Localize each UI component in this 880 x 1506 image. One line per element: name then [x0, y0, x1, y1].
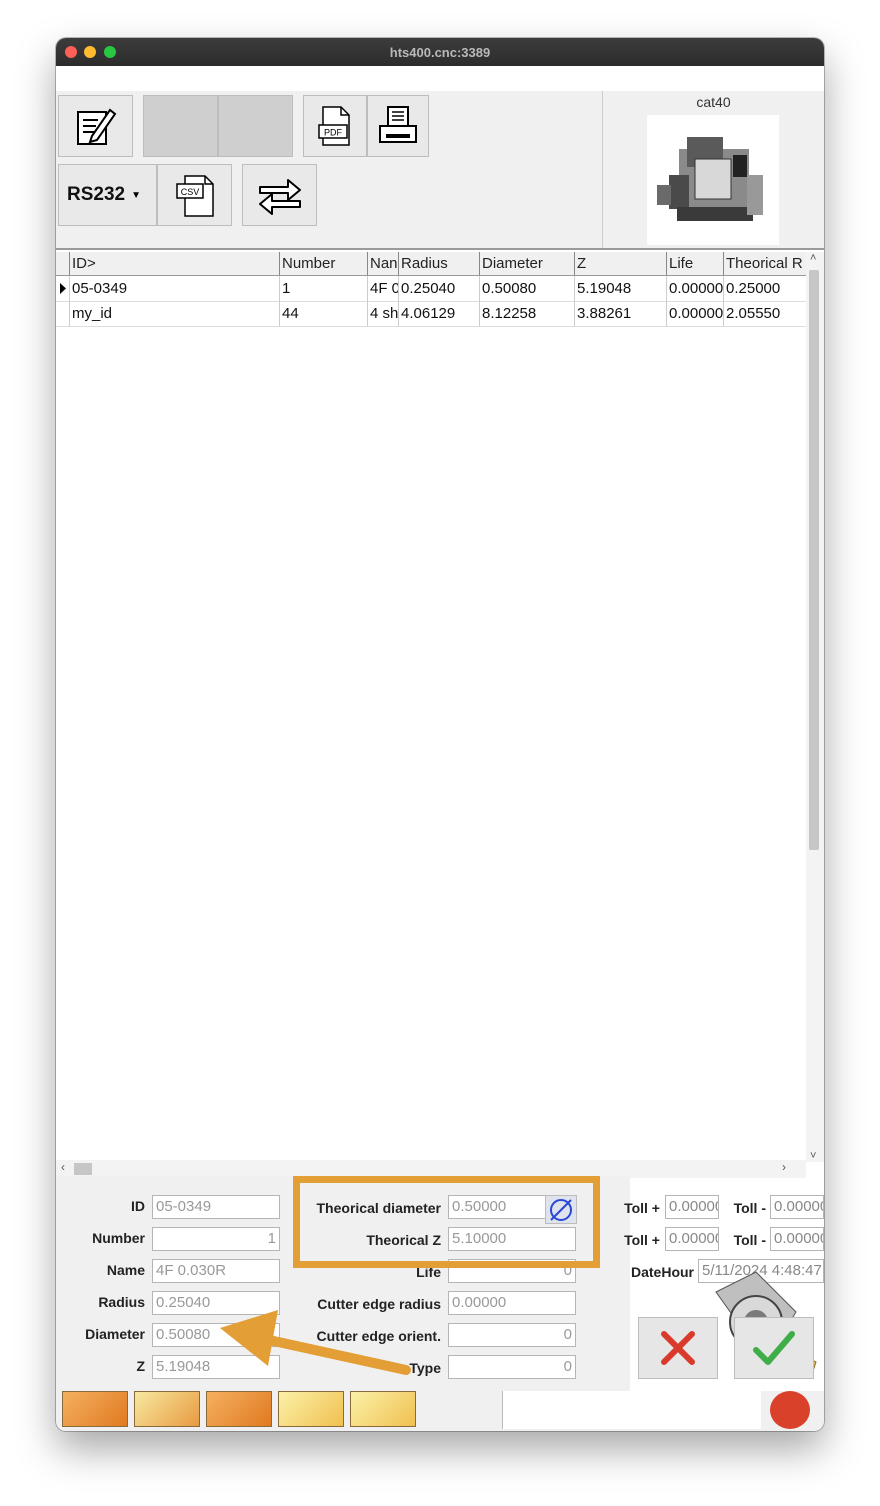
transfer-button[interactable]: [242, 164, 317, 226]
column-header-theorical-radius[interactable]: Theorical R: [724, 252, 806, 275]
column-header-radius[interactable]: Radius: [399, 252, 480, 275]
tool-shape-thumb-4[interactable]: [278, 1391, 344, 1427]
csv-icon-label: CSV: [180, 187, 199, 197]
pdf-export-button[interactable]: PDF: [303, 95, 367, 157]
current-row-indicator: [56, 276, 70, 301]
toll-minus-2-label: Toll -: [733, 1232, 766, 1248]
machine-label: cat40: [696, 94, 731, 110]
disabled-button-2[interactable]: [218, 95, 293, 157]
title-bar: hts400.cnc:3389: [56, 38, 824, 66]
rs232-label: RS232: [67, 184, 126, 205]
diameter-label: Diameter: [85, 1326, 145, 1342]
column-header-name[interactable]: Nan: [368, 252, 399, 275]
cell-number[interactable]: 1: [280, 276, 368, 301]
number-label: Number: [92, 1230, 145, 1246]
id-label: ID: [131, 1198, 145, 1214]
csv-icon: CSV: [175, 175, 214, 217]
printer-icon: [379, 106, 417, 143]
toll-plus-2-field[interactable]: 0.00000: [665, 1227, 719, 1251]
scroll-right-icon[interactable]: ›: [782, 1160, 786, 1174]
chevron-down-icon: ▼: [131, 189, 142, 201]
tolerance-panel: Toll + 0.00000 Toll - 0.00000 Toll + 0.0…: [624, 1186, 824, 1391]
pdf-icon-label: PDF: [324, 128, 343, 138]
tool-shape-thumb-5[interactable]: [350, 1391, 416, 1427]
table-row[interactable]: my_id 44 4 sh 4.06129 8.12258 3.88261 0.…: [56, 301, 806, 327]
number-field[interactable]: 1: [152, 1227, 280, 1251]
column-header-diameter[interactable]: Diameter: [480, 252, 575, 275]
cell-id[interactable]: my_id: [70, 301, 280, 326]
toll-plus-1-field[interactable]: 0.00000: [665, 1195, 719, 1219]
cell-theorical-radius[interactable]: 2.05550: [724, 301, 806, 326]
cell-radius[interactable]: 0.25040: [399, 276, 480, 301]
cell-life[interactable]: 0.00000: [667, 301, 724, 326]
horizontal-scroll-thumb[interactable]: [74, 1163, 92, 1175]
cutter-edge-orient-field[interactable]: 0: [448, 1323, 576, 1347]
bottom-text-area: [502, 1391, 761, 1429]
table-row[interactable]: 05-0349 1 4F 0 0.25040 0.50080 5.19048 0…: [56, 276, 806, 302]
close-icon: [661, 1331, 695, 1365]
cutter-edge-radius-field[interactable]: 0.00000: [448, 1291, 576, 1315]
tool-shape-thumb-2[interactable]: [134, 1391, 200, 1427]
menu-strip: [56, 66, 824, 91]
cancel-button[interactable]: [638, 1317, 718, 1379]
cell-z[interactable]: 3.88261: [575, 301, 667, 326]
csv-export-button[interactable]: CSV: [157, 164, 232, 226]
machine-image: [647, 115, 779, 245]
tool-shape-thumb-3[interactable]: [206, 1391, 272, 1427]
annotation-arrow: [220, 1310, 411, 1375]
z-label: Z: [136, 1358, 145, 1374]
type-field[interactable]: 0: [448, 1355, 576, 1379]
toll-plus-2-label: Toll +: [624, 1232, 660, 1248]
rs232-dropdown[interactable]: RS232 ▼: [58, 164, 157, 226]
tool-shape-strip: [56, 1391, 824, 1431]
edit-button[interactable]: [58, 95, 133, 157]
cell-number[interactable]: 44: [280, 301, 368, 326]
cell-name[interactable]: 4 sh: [368, 301, 399, 326]
app-window: hts400.cnc:3389 PDF RS232 ▼ CSV cat40 ID…: [56, 38, 824, 1431]
cell-id[interactable]: 05-0349: [70, 276, 280, 301]
toll-minus-2-field[interactable]: 0.00000: [770, 1227, 824, 1251]
disabled-button-1[interactable]: [143, 95, 218, 157]
radius-label: Radius: [98, 1294, 145, 1310]
scroll-up-icon[interactable]: ˄: [810, 252, 816, 264]
vertical-scroll-thumb[interactable]: [809, 270, 819, 850]
tool-table: ID> Number Nan Radius Diameter Z Life Th…: [56, 248, 824, 1178]
datehour-label: DateHour: [630, 1264, 694, 1280]
scroll-left-icon[interactable]: ‹: [61, 1160, 65, 1174]
row-indicator-header: [56, 252, 70, 275]
cell-life[interactable]: 0.00000: [667, 276, 724, 301]
row-indicator: [56, 301, 70, 326]
cell-name[interactable]: 4F 0: [368, 276, 399, 301]
cell-radius[interactable]: 4.06129: [399, 301, 480, 326]
cell-diameter[interactable]: 8.12258: [480, 301, 575, 326]
tool-shape-thumb-1[interactable]: [62, 1391, 128, 1427]
toll-minus-1-field[interactable]: 0.00000: [770, 1195, 824, 1219]
cell-theorical-radius[interactable]: 0.25000: [724, 276, 806, 301]
name-label: Name: [106, 1262, 145, 1278]
window-title: hts400.cnc:3389: [389, 45, 491, 60]
toll-minus-1-label: Toll -: [733, 1200, 766, 1216]
column-header-id[interactable]: ID>: [70, 252, 280, 275]
column-header-life[interactable]: Life: [667, 252, 724, 275]
theorical-values-highlight: [293, 1176, 600, 1268]
machine-panel: cat40: [603, 91, 824, 248]
column-header-z[interactable]: Z: [575, 252, 667, 275]
cell-z[interactable]: 5.19048: [575, 276, 667, 301]
pdf-icon: PDF: [318, 106, 350, 146]
table-header: ID> Number Nan Radius Diameter Z Life Th…: [56, 252, 806, 276]
toolbar: PDF RS232 ▼ CSV: [56, 91, 603, 248]
cell-diameter[interactable]: 0.50080: [480, 276, 575, 301]
id-field[interactable]: 05-0349: [152, 1195, 280, 1219]
edit-icon: [76, 108, 116, 145]
checkmark-icon: [753, 1331, 795, 1365]
power-icon[interactable]: [770, 1391, 810, 1429]
scroll-down-icon[interactable]: ˅: [810, 1150, 816, 1162]
swap-arrows-icon: [258, 179, 301, 215]
vertical-scrollbar[interactable]: ˄ ˅: [806, 252, 824, 1162]
confirm-button[interactable]: [734, 1317, 814, 1379]
print-button[interactable]: [367, 95, 429, 157]
name-field[interactable]: 4F 0.030R: [152, 1259, 280, 1283]
column-header-number[interactable]: Number: [280, 252, 368, 275]
toll-plus-1-label: Toll +: [624, 1200, 660, 1216]
